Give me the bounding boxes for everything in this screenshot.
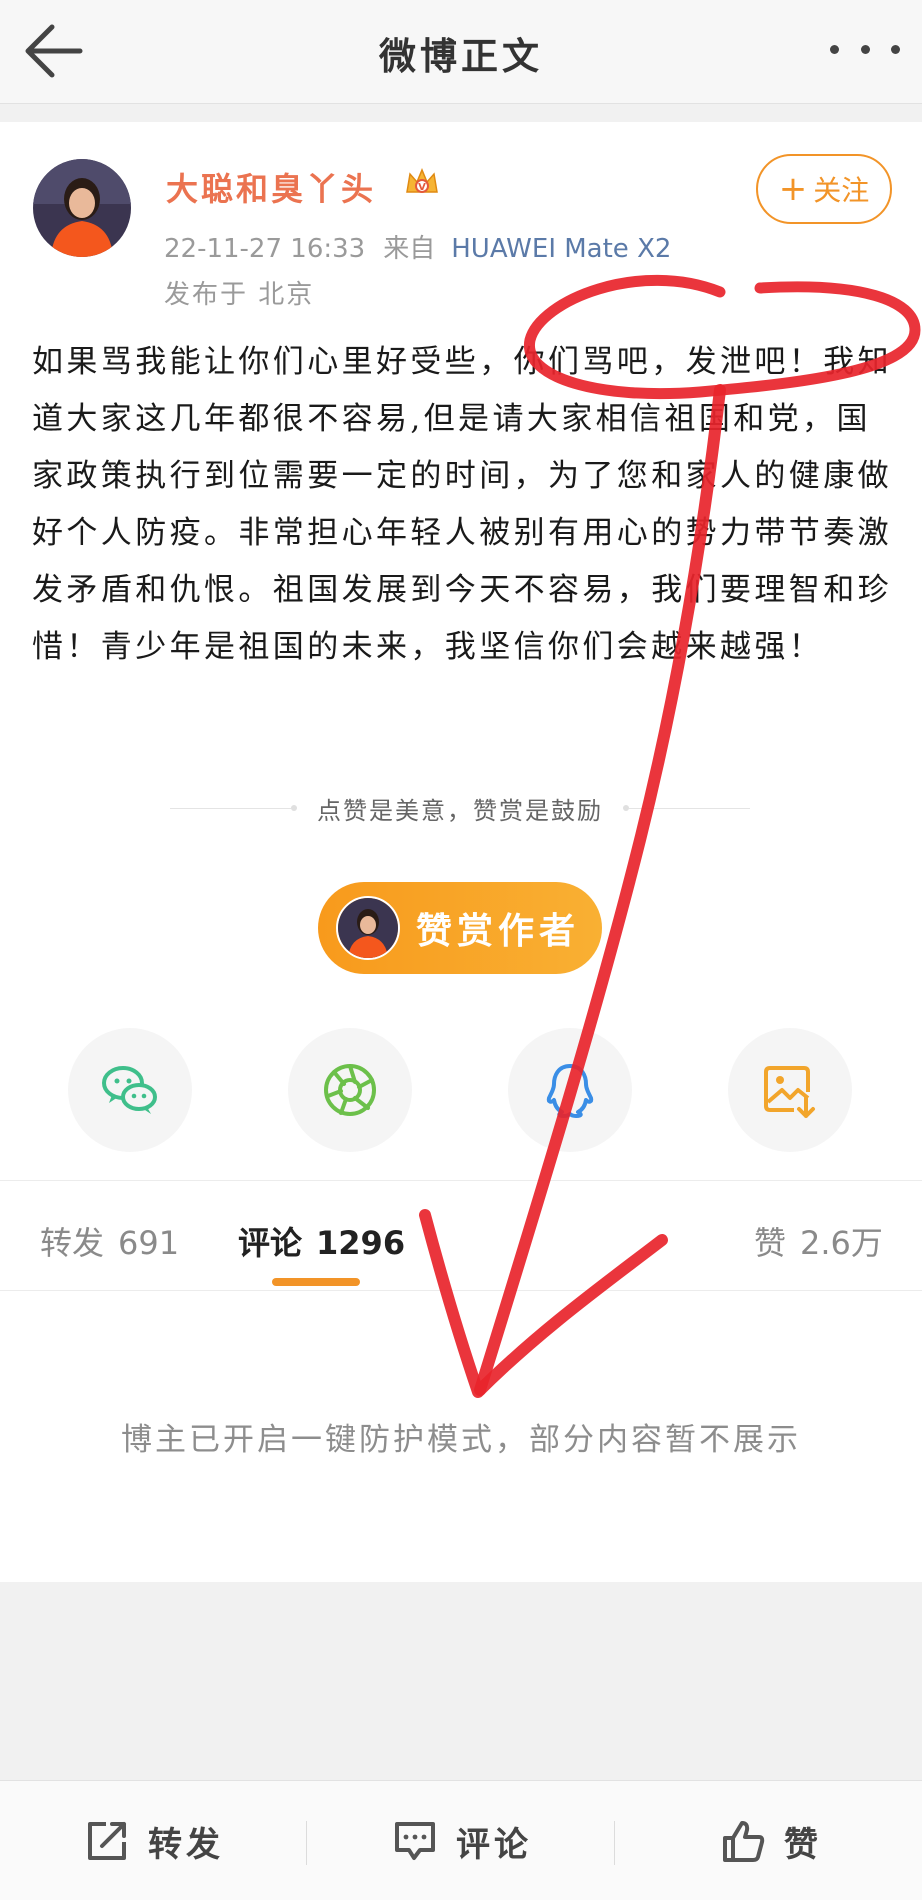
post-time: 22-11-27 16:33 bbox=[164, 234, 366, 264]
repost-label: 转发 bbox=[148, 1824, 224, 1865]
tab-likes[interactable]: 赞 2.6万 bbox=[754, 1218, 883, 1264]
more-button[interactable] bbox=[830, 34, 900, 64]
comment-label: 评论 bbox=[456, 1824, 532, 1865]
page-title: 微博正文 bbox=[379, 35, 543, 78]
like-label: 赞 bbox=[784, 1824, 822, 1865]
reward-avatar bbox=[336, 896, 400, 960]
post-location: 发布于 北京 bbox=[164, 280, 315, 310]
share-moments-button[interactable] bbox=[288, 1028, 412, 1152]
share-wechat-button[interactable] bbox=[68, 1028, 192, 1152]
reward-caption: 点赞是美意，赞赏是鼓励 bbox=[317, 796, 603, 825]
reward-button-label: 赞赏作者 bbox=[416, 911, 581, 952]
post-card: 大聪和臭丫头 V + 关注 22-11-27 16:33 来自 HUAWEI Mat… bbox=[0, 122, 922, 1582]
qq-icon bbox=[546, 1064, 594, 1118]
like-button[interactable]: 赞 bbox=[720, 1781, 822, 1900]
thumbs-up-icon bbox=[723, 1821, 765, 1862]
follow-label: 关注 bbox=[813, 174, 870, 207]
tab-repost[interactable]: 转发 691 bbox=[40, 1218, 179, 1264]
save-image-button[interactable] bbox=[728, 1028, 852, 1152]
author-name[interactable]: 大聪和臭丫头 bbox=[166, 164, 376, 210]
share-qq-button[interactable] bbox=[508, 1028, 632, 1152]
save-image-icon bbox=[764, 1066, 815, 1118]
post-device[interactable]: HUAWEI Mate X2 bbox=[451, 234, 671, 264]
repost-button[interactable]: 转发 bbox=[84, 1781, 224, 1900]
wechat-icon bbox=[102, 1066, 157, 1114]
top-nav-bar: 微博正文 bbox=[0, 0, 922, 104]
post-meta: 22-11-27 16:33 来自 HUAWEI Mate X2 bbox=[164, 228, 671, 265]
comment-icon bbox=[395, 1822, 435, 1860]
protection-notice: 博主已开启一键防护模式，部分内容暂不展示 bbox=[121, 1422, 801, 1458]
reward-author-button[interactable]: 赞赏作者 bbox=[318, 882, 602, 974]
more-dots-icon bbox=[830, 44, 839, 54]
plus-icon: + bbox=[778, 169, 808, 209]
follow-button[interactable]: + 关注 bbox=[756, 154, 892, 224]
source-prefix: 来自 bbox=[383, 234, 436, 264]
repost-icon bbox=[88, 1822, 126, 1860]
moments-icon bbox=[324, 1064, 376, 1116]
share-row bbox=[0, 1028, 922, 1152]
svg-text:V: V bbox=[418, 182, 426, 193]
interaction-tabs: 转发 691 评论 1296 赞 2.6万 bbox=[0, 1182, 922, 1290]
comment-button[interactable]: 评论 bbox=[392, 1781, 532, 1900]
tab-comments[interactable]: 评论 1296 bbox=[238, 1218, 405, 1264]
reward-divider: 点赞是美意，赞赏是鼓励 bbox=[170, 788, 750, 828]
active-tab-indicator bbox=[272, 1278, 360, 1286]
crown-vip-icon: V bbox=[406, 168, 438, 193]
bottom-action-bar: 转发 评论 赞 bbox=[0, 1780, 922, 1900]
post-content: 如果骂我能让你们心里好受些，你们骂吧，发泄吧！我知道大家这几年都很不容易,但是请… bbox=[32, 344, 892, 665]
author-avatar[interactable] bbox=[33, 159, 131, 257]
